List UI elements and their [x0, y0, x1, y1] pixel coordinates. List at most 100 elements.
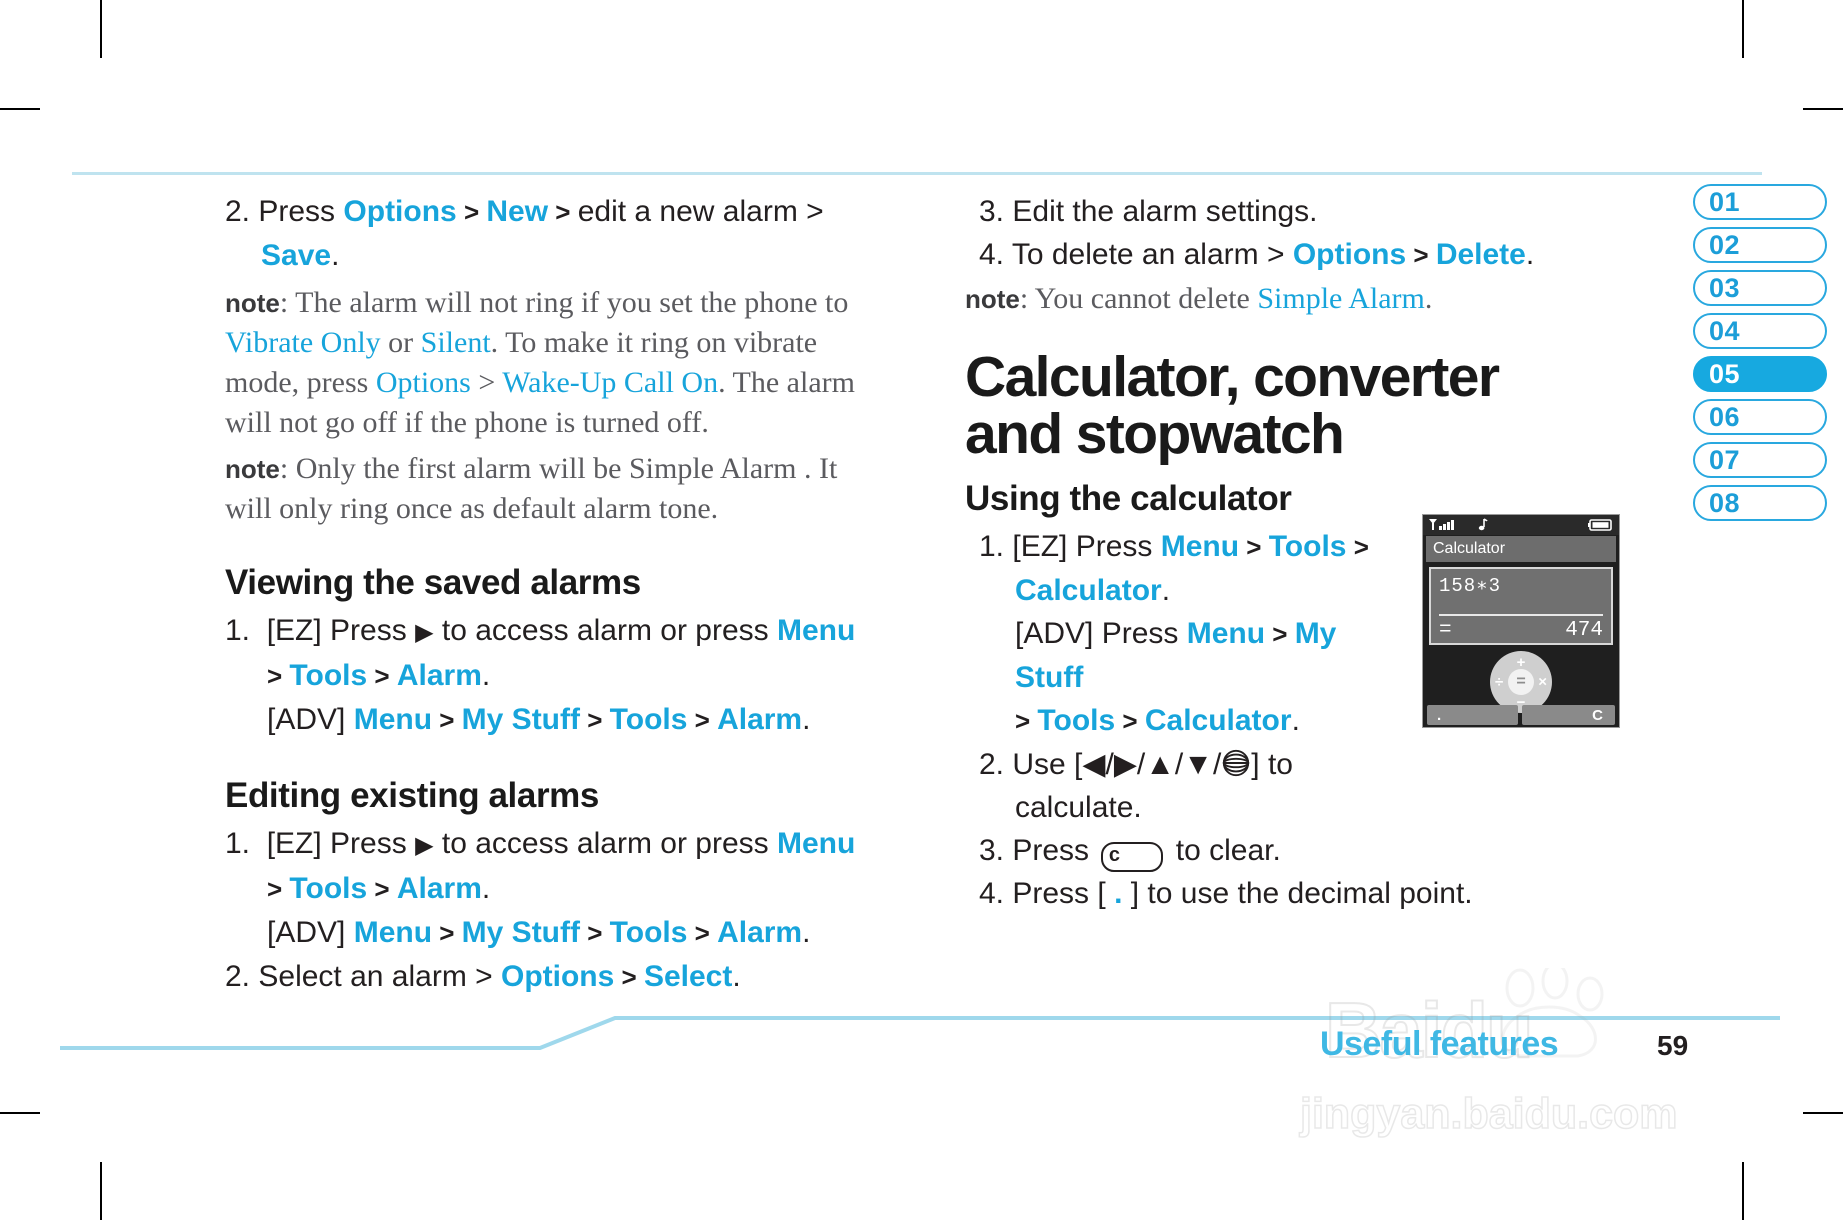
- step-text: Select an alarm >: [258, 960, 501, 993]
- chapter-tab-04[interactable]: 04: [1693, 313, 1827, 349]
- chapter-tab-08[interactable]: 08: [1693, 485, 1827, 521]
- step-edit-alarm-settings: 3. Edit the alarm settings.: [979, 190, 1665, 233]
- note-alarm-vibrate: note: The alarm will not ring if you set…: [225, 283, 885, 443]
- heading-editing-existing-alarms: Editing existing alarms: [225, 776, 599, 815]
- step-text-cont: calculate.: [1015, 791, 1142, 824]
- baidu-url-watermark: jingyan.baidu.com: [1299, 1089, 1678, 1139]
- keyword-tools: Tools: [1037, 704, 1116, 737]
- crop-mark-right-bottom: [1803, 1112, 1843, 1114]
- equals-key-icon: =: [1508, 669, 1534, 695]
- keyword-alarm: Alarm: [717, 703, 803, 736]
- adv-label: [ADV]: [267, 916, 354, 949]
- separator: >: [1015, 706, 1038, 736]
- music-note-icon: [1478, 518, 1488, 531]
- heading-using-the-calculator: Using the calculator: [965, 479, 1292, 518]
- page-number: 59: [1657, 1030, 1689, 1061]
- step-text: Use [: [1012, 748, 1083, 781]
- step-text-post: to clear.: [1167, 834, 1281, 867]
- step-text-pre: Press: [258, 195, 344, 228]
- keyword-options: Options: [1292, 238, 1407, 271]
- step-text-post: ] to use the decimal point.: [1122, 877, 1473, 910]
- step-number: 2.: [225, 195, 251, 228]
- chapter-tab-03[interactable]: 03: [1693, 270, 1827, 306]
- keyword-delete: Delete: [1435, 238, 1526, 271]
- left-text-column: 2. Press Options > New > edit a new alar…: [225, 190, 885, 999]
- period: .: [331, 239, 340, 272]
- period: .: [802, 703, 811, 736]
- step-number: 1.: [225, 614, 251, 647]
- separator: >: [1239, 532, 1269, 562]
- separator: >: [456, 197, 487, 227]
- chapter-tab-02[interactable]: 02: [1693, 227, 1827, 263]
- phone-calculator-screenshot: Calculator 158∗3 = 474 + − ÷ × = . C: [1422, 514, 1620, 728]
- chapter-tab-06[interactable]: 06: [1693, 399, 1827, 435]
- keyword-tools: Tools: [609, 703, 688, 736]
- separator: >: [1265, 619, 1295, 649]
- keyword-calculator: Calculator: [1015, 574, 1162, 607]
- note-label: note: [965, 284, 1020, 314]
- keyword-options: Options: [343, 195, 457, 228]
- crop-mark-right-top: [1803, 108, 1843, 110]
- crop-mark-left-top: [0, 108, 40, 110]
- step-number: 3.: [979, 834, 1005, 867]
- keyword-menu: Menu: [1186, 617, 1266, 650]
- keyword-menu: Menu: [353, 703, 433, 736]
- step-text-mid: edit a new alarm >: [577, 195, 824, 228]
- adv-label: [ADV]: [267, 703, 354, 736]
- chapter-tab-07[interactable]: 07: [1693, 442, 1827, 478]
- calculator-display: 158∗3 = 474: [1429, 567, 1613, 645]
- step-number: 4.: [979, 877, 1005, 910]
- phone-app-title: Calculator: [1426, 536, 1616, 562]
- calculator-result: 474: [1565, 619, 1603, 642]
- keyword-menu: Menu: [1160, 530, 1240, 563]
- period: .: [732, 960, 741, 993]
- step-number: 1.: [225, 827, 251, 860]
- viewing-step-1: 1. [EZ] Press ▶ to access alarm or press…: [225, 609, 885, 742]
- keyword-simple-alarm: Simple Alarm: [1257, 282, 1425, 315]
- chapter-tab-01[interactable]: 01: [1693, 184, 1827, 220]
- separator: >: [267, 874, 290, 904]
- note-sep: >: [470, 366, 503, 399]
- page-title-line-1: Calculator, converter: [965, 345, 1500, 409]
- keyword-vibrate-only: Vibrate Only: [225, 326, 381, 359]
- separator: >: [687, 705, 718, 735]
- separator: >: [580, 918, 610, 948]
- ez-label: [EZ] Press: [1012, 530, 1161, 563]
- step-press-options-new-save: 2. Press Options > New > edit a new alar…: [225, 190, 885, 277]
- keyword-alarm: Alarm: [396, 659, 482, 692]
- note-text: : Only the first alarm will be Simple Al…: [225, 452, 838, 525]
- clear-key-icon: c: [1101, 842, 1164, 872]
- keyword-calculator: Calculator: [1144, 704, 1292, 737]
- separator: >: [1346, 532, 1369, 562]
- footer-section-label: Useful features: [1320, 1025, 1559, 1063]
- keyword-tools: Tools: [289, 872, 368, 905]
- dpad-keys-icon: ◀/▶/▲/▼/: [1082, 748, 1222, 781]
- keyword-menu: Menu: [776, 614, 856, 647]
- step-number: 2.: [225, 960, 251, 993]
- softkey-left: .: [1427, 705, 1518, 725]
- crop-mark-top-left: [100, 0, 102, 58]
- editing-step-2: 2. Select an alarm > Options > Select.: [225, 955, 885, 999]
- separator: >: [367, 661, 397, 691]
- divide-key-icon: ÷: [1495, 673, 1504, 691]
- calculator-expression: 158∗3: [1439, 575, 1502, 597]
- keyword-options: Options: [501, 960, 615, 993]
- step-delete-alarm: 4. To delete an alarm > Options > Delete…: [979, 233, 1665, 277]
- separator: >: [432, 705, 462, 735]
- period: .: [481, 659, 491, 692]
- crop-mark-left-bottom: [0, 1112, 40, 1114]
- right-arrow-icon: ▶: [415, 619, 434, 646]
- note-cannot-delete-simple-alarm: note: You cannot delete Simple Alarm.: [965, 279, 1665, 319]
- calc-step-2: 2. Use [◀/▶/▲/▼/] to calculate.: [979, 743, 1405, 829]
- step-number: 3.: [979, 195, 1005, 228]
- period: .: [1424, 282, 1433, 315]
- header-rule: [72, 172, 1762, 175]
- step-text: Press [: [1012, 877, 1115, 910]
- keyword-tools: Tools: [289, 659, 368, 692]
- heading-viewing-saved-alarms: Viewing the saved alarms: [225, 563, 641, 602]
- att-globe-icon: [1223, 749, 1250, 777]
- keyword-tools: Tools: [609, 916, 688, 949]
- chapter-tab-05[interactable]: 05: [1693, 356, 1827, 392]
- calc-step-3: 3. Press c to clear.: [979, 829, 1665, 872]
- right-arrow-icon: ▶: [415, 832, 434, 859]
